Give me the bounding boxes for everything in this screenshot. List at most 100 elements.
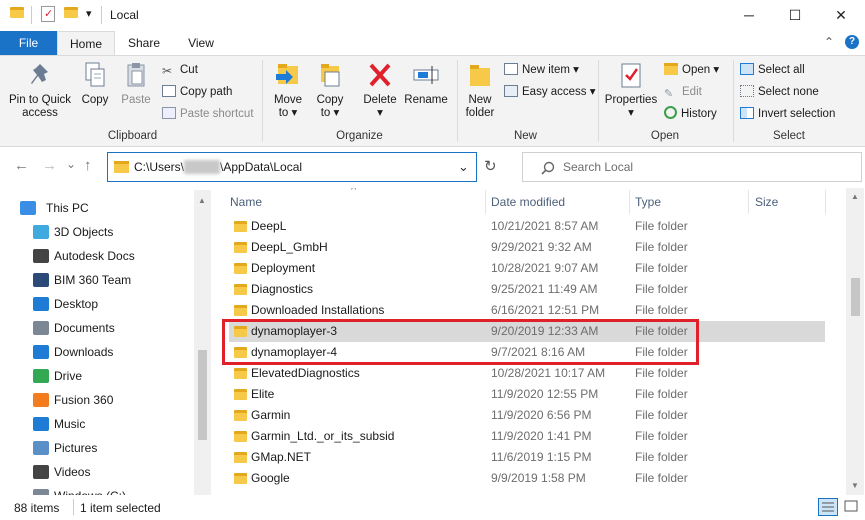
move-to-button[interactable]: Move to ▾ xyxy=(268,60,308,120)
cut-button[interactable]: ✂ Cut xyxy=(162,61,198,79)
column-divider[interactable] xyxy=(485,190,486,214)
column-divider[interactable] xyxy=(629,190,630,214)
column-divider[interactable] xyxy=(748,190,749,214)
nav-item-label: Windows (C:) xyxy=(54,484,126,495)
downloads-icon xyxy=(33,345,49,359)
nav-item[interactable]: Fusion 360 xyxy=(0,388,190,412)
file-row[interactable]: DeepL_GmbH 9/29/2021 9:32 AM File folder xyxy=(229,237,825,258)
file-row[interactable]: Deployment 10/28/2021 9:07 AM File folder xyxy=(229,258,825,279)
pin-label-2: access xyxy=(22,107,58,119)
nav-item[interactable]: 3D Objects xyxy=(0,220,190,244)
list-scrollbar[interactable]: ▲ ▼ xyxy=(846,188,864,495)
refresh-button[interactable]: ↻ xyxy=(484,157,497,175)
delete-button[interactable]: Delete ▾ xyxy=(360,60,400,120)
file-row[interactable]: ElevatedDiagnostics 10/28/2021 10:17 AM Fi… xyxy=(229,363,825,384)
new-item-button[interactable]: New item ▾ xyxy=(504,61,579,79)
maximize-button[interactable]: ☐ xyxy=(772,0,818,31)
file-name: Garmin_Ltd._or_its_subsid xyxy=(251,429,395,443)
file-name: ElevatedDiagnostics xyxy=(251,366,360,380)
rename-button[interactable]: Rename xyxy=(402,60,450,107)
list-scroll-down-icon[interactable]: ▼ xyxy=(851,481,859,490)
address-row: ← → ⌄ ↑ C:\Users\xxxxxx\AppData\Local ⌄ … xyxy=(0,148,865,186)
copy-path-button[interactable]: Copy path xyxy=(162,83,232,101)
list-scroll-up-icon[interactable]: ▲ xyxy=(851,192,859,201)
new-folder-button[interactable]: New folder xyxy=(460,60,500,120)
file-row[interactable]: Downloaded Installations 6/16/2021 12:51 … xyxy=(229,300,825,321)
file-row[interactable]: Elite 11/9/2020 12:55 PM File folder xyxy=(229,384,825,405)
nav-item[interactable]: Documents xyxy=(0,316,190,340)
column-header-type[interactable]: Type xyxy=(635,192,661,212)
tab-view[interactable]: View xyxy=(173,31,229,55)
file-row[interactable]: Diagnostics 9/25/2021 11:49 AM File folder xyxy=(229,279,825,300)
nav-scrollbar[interactable]: ▲ xyxy=(194,190,211,495)
help-icon[interactable]: ? xyxy=(845,35,859,49)
nav-item[interactable]: Videos xyxy=(0,460,190,484)
column-header-size[interactable]: Size xyxy=(755,192,778,212)
properties-button[interactable]: Properties ▾ xyxy=(602,60,660,120)
nav-item[interactable]: Pictures xyxy=(0,436,190,460)
close-button[interactable]: ✕ xyxy=(818,0,864,31)
copy-button[interactable]: Copy xyxy=(76,60,114,107)
column-header-date[interactable]: Date modified xyxy=(491,192,565,212)
nav-item[interactable]: Autodesk Docs xyxy=(0,244,190,268)
pin-to-quick-access-button[interactable]: Pin to Quick access xyxy=(4,60,76,120)
file-row[interactable]: Garmin_Ltd._or_its_subsid 11/9/2020 1:41 … xyxy=(229,426,825,447)
details-view-button[interactable] xyxy=(818,498,838,516)
tab-file[interactable]: File xyxy=(0,31,57,55)
fusion360-icon xyxy=(33,393,49,407)
nav-item[interactable]: This PC xyxy=(0,196,190,220)
open-group-label: Open xyxy=(650,130,680,142)
file-row[interactable]: GoToGo 4/1/2021 2:25 PM File folder xyxy=(229,489,825,494)
large-icons-view-icon xyxy=(844,500,858,512)
nav-item[interactable]: Music xyxy=(0,412,190,436)
file-date-modified: 10/28/2021 9:07 AM xyxy=(491,261,599,275)
properties-qat-icon[interactable]: ✓ xyxy=(41,6,55,22)
edit-button[interactable]: ✎ Edit xyxy=(664,83,702,101)
new-folder-qat-icon[interactable] xyxy=(64,7,78,18)
open-button[interactable]: Open ▾ xyxy=(664,61,719,79)
nav-item[interactable]: Desktop xyxy=(0,292,190,316)
qat-dropdown-icon[interactable]: ▾ xyxy=(86,7,92,20)
nav-item[interactable]: BIM 360 Team xyxy=(0,268,190,292)
recent-locations-button[interactable]: ⌄ xyxy=(66,157,76,171)
minimize-button[interactable]: ─ xyxy=(726,0,772,31)
nav-item[interactable]: Drive xyxy=(0,364,190,388)
forward-button[interactable]: → xyxy=(42,157,57,174)
invert-selection-button[interactable]: Invert selection xyxy=(740,105,835,123)
address-path[interactable]: C:\Users\xxxxxx\AppData\Local xyxy=(134,160,302,174)
new-item-label: New item ▾ xyxy=(522,64,579,76)
file-row[interactable]: Garmin 11/9/2020 6:56 PM File folder xyxy=(229,405,825,426)
list-scroll-thumb[interactable] xyxy=(851,278,860,316)
nav-scroll-thumb[interactable] xyxy=(198,350,207,440)
large-icons-view-button[interactable] xyxy=(842,498,862,516)
file-row[interactable]: Google 9/9/2019 1:58 PM File folder xyxy=(229,468,825,489)
up-button[interactable]: ↑ xyxy=(84,157,92,174)
select-none-button[interactable]: Select none xyxy=(740,83,819,101)
tab-share[interactable]: Share xyxy=(115,31,173,55)
collapse-ribbon-icon[interactable]: ⌃ xyxy=(824,35,834,49)
paste-shortcut-button[interactable]: Paste shortcut xyxy=(162,105,254,123)
file-row[interactable]: GMap.NET 11/6/2019 1:15 PM File folder xyxy=(229,447,825,468)
address-bar[interactable]: C:\Users\xxxxxx\AppData\Local ⌄ xyxy=(107,152,477,182)
address-dropdown-icon[interactable]: ⌄ xyxy=(458,159,469,175)
search-box[interactable]: Search Local xyxy=(522,152,862,182)
paste-button[interactable]: Paste xyxy=(116,60,156,107)
column-divider[interactable] xyxy=(825,190,826,214)
file-row[interactable]: DeepL 10/21/2021 8:57 AM File folder xyxy=(229,216,825,237)
highlight-annotation-box xyxy=(222,319,699,365)
new-folder-label-2: folder xyxy=(465,107,495,119)
nav-item[interactable]: Downloads xyxy=(0,340,190,364)
copy-to-button[interactable]: Copy to ▾ xyxy=(310,60,350,120)
select-all-button[interactable]: Select all xyxy=(740,61,805,79)
history-button[interactable]: History xyxy=(664,105,717,123)
easy-access-button[interactable]: Easy access ▾ xyxy=(504,83,596,101)
pin-icon xyxy=(26,60,54,90)
column-header-name[interactable]: Name xyxy=(230,192,262,212)
nav-scroll-up-icon[interactable]: ▲ xyxy=(198,196,206,205)
file-type: File folder xyxy=(635,450,688,464)
file-type: File folder xyxy=(635,303,688,317)
nav-item[interactable]: Windows (C:) xyxy=(0,484,190,495)
properties-label-2: ▾ xyxy=(628,107,634,119)
tab-home[interactable]: Home xyxy=(57,31,115,55)
back-button[interactable]: ← xyxy=(14,157,29,174)
